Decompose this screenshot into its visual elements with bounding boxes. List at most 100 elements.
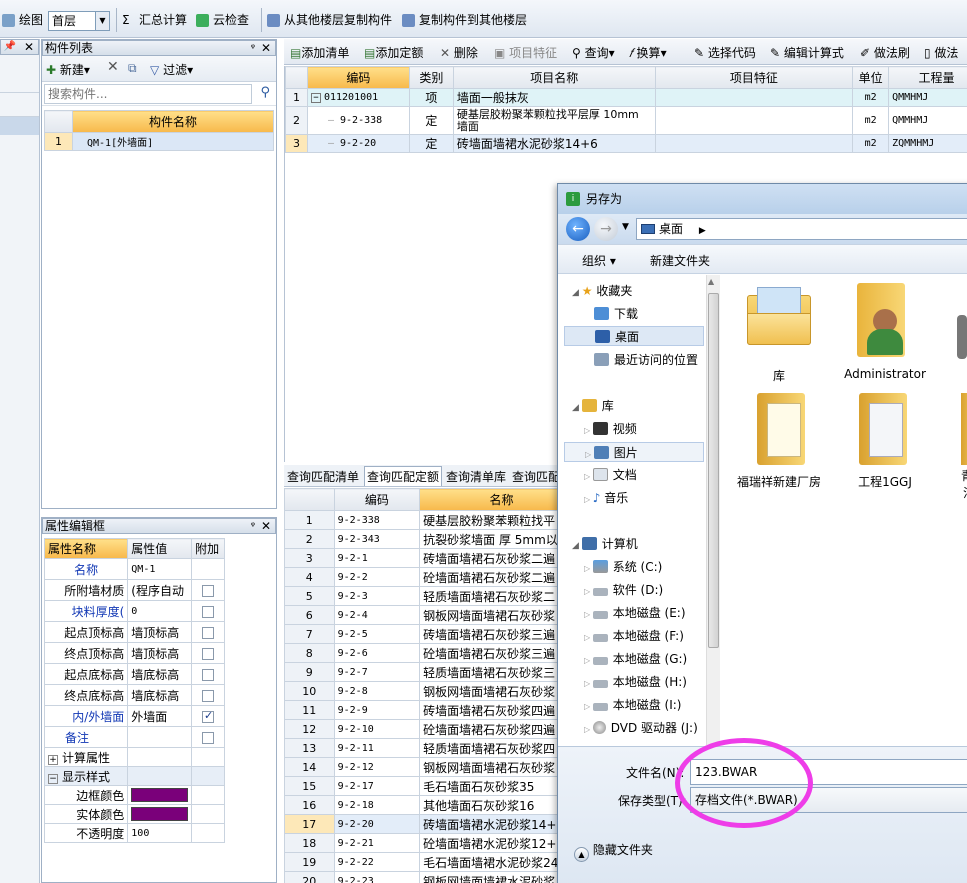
tree-desktop[interactable]: 桌面: [564, 326, 704, 346]
chevron-up-icon[interactable]: ▲: [574, 847, 589, 862]
method-brush-button[interactable]: ✐ 做法刷: [860, 44, 910, 61]
tree-drive-g[interactable]: ▷ 本地磁盘 (G:): [584, 649, 687, 669]
tab-match-list[interactable]: 查询匹配清单: [287, 468, 359, 485]
collapse-icon[interactable]: ◢: [572, 403, 582, 413]
property-group-calc[interactable]: + 计算属性: [43, 747, 225, 767]
hide-folders-toggle[interactable]: ▲ 隐藏文件夹: [574, 841, 653, 862]
table-row[interactable]: 13 9-2-11 轻质墙面墙裙石灰砂浆四: [284, 738, 584, 758]
table-row[interactable]: 6 9-2-4 钢板网墙面墙裙石灰砂浆: [284, 605, 584, 625]
attach-checkbox-checked[interactable]: [202, 709, 215, 723]
table-row[interactable]: 2 9-2-343 抗裂砂浆墙面 厚 5mm以内: [284, 529, 584, 549]
back-icon[interactable]: ←: [566, 217, 590, 241]
property-row[interactable]: 起点顶标高 墙顶标高: [43, 621, 225, 643]
tree-drive-i[interactable]: ▷ 本地磁盘 (I:): [584, 695, 681, 715]
property-group-display[interactable]: − 显示样式: [43, 766, 225, 786]
expand-icon[interactable]: ▷: [584, 426, 593, 435]
tab-list-library[interactable]: 查询清单库: [446, 468, 506, 485]
expand-icon[interactable]: ▷: [584, 495, 593, 504]
query-button[interactable]: ⚲ 查询▾: [572, 44, 615, 61]
table-row[interactable]: 19 9-2-22 毛石墙面墙裙水泥砂浆24+: [284, 852, 584, 872]
scroll-up-icon[interactable]: ▲: [708, 277, 714, 286]
tree-downloads[interactable]: 下载: [594, 304, 638, 324]
table-row[interactable]: 8 9-2-6 砼墙面墙裙石灰砂浆三遍: [284, 643, 584, 663]
table-row[interactable]: 1 −011201001 项 墙面一般抹灰 m2 QMMHMJ: [285, 88, 967, 107]
fill-color-swatch[interactable]: [131, 807, 189, 821]
pin-icon[interactable]: 📌: [4, 40, 16, 54]
expand-icon[interactable]: ▷: [585, 450, 594, 459]
table-row[interactable]: 14 9-2-12 钢板网墙面墙裙石灰砂浆: [284, 757, 584, 777]
tree-drive-h[interactable]: ▷ 本地磁盘 (H:): [584, 672, 687, 692]
table-row[interactable]: 18 9-2-21 砼墙面墙裙水泥砂浆12+8: [284, 833, 584, 853]
property-row[interactable]: 边框颜色: [43, 785, 225, 805]
tree-music[interactable]: ▷ ♪ 音乐: [584, 488, 628, 508]
file-item-library[interactable]: 库: [729, 283, 829, 384]
property-row[interactable]: 内/外墙面 外墙面: [43, 705, 225, 727]
draw-button[interactable]: 绘图: [2, 10, 43, 30]
tree-computer[interactable]: ◢ 计算机: [572, 534, 638, 554]
item-feature-button[interactable]: ▣ 项目特征: [494, 44, 557, 61]
tree-drive-f[interactable]: ▷ 本地磁盘 (F:): [584, 626, 684, 646]
table-row[interactable]: 3 9-2-1 砖墙面墙裙石灰砂浆二遍: [284, 548, 584, 568]
expand-icon[interactable]: ▷: [584, 564, 593, 573]
new-component-button[interactable]: ✚ 新建▾: [46, 61, 90, 78]
collapse-icon[interactable]: −: [48, 773, 58, 784]
file-item-administrator[interactable]: Administrator: [835, 283, 935, 381]
copy-to-floor-button[interactable]: 复制构件到其他楼层: [402, 10, 527, 30]
attach-checkbox[interactable]: [202, 731, 215, 744]
expand-icon[interactable]: ▷: [584, 679, 593, 688]
tree-videos[interactable]: ▷ 视频: [584, 419, 637, 439]
copy-from-floor-button[interactable]: 从其他楼层复制构件: [267, 10, 392, 30]
select-code-button[interactable]: ✎ 选择代码: [694, 44, 756, 61]
table-row[interactable]: 7 9-2-5 砖墙面墙裙石灰砂浆三遍: [284, 624, 584, 644]
add-list-button[interactable]: ▤添加清单: [290, 44, 349, 61]
tab-match-quota[interactable]: 查询匹配定额: [364, 466, 443, 486]
chevron-right-icon[interactable]: ▶: [699, 226, 706, 236]
property-row[interactable]: 不透明度 100: [43, 823, 225, 843]
property-row[interactable]: 块料厚度(0: [43, 600, 225, 622]
tree-drive-c[interactable]: ▷ 系统 (C:): [584, 557, 662, 577]
property-row[interactable]: 实体颜色: [43, 804, 225, 824]
forward-icon[interactable]: →: [594, 217, 618, 241]
attach-checkbox[interactable]: [202, 626, 215, 639]
floor-select[interactable]: 首层 ▼: [48, 11, 110, 31]
table-row[interactable]: 5 9-2-3 轻质墙面墙裙石灰砂浆二: [284, 586, 584, 606]
file-item-project1ggj[interactable]: 工程1GGJ: [835, 393, 935, 490]
collapse-icon[interactable]: ◢: [572, 541, 582, 551]
tree-favorites[interactable]: ◢ ★ 收藏夹: [572, 281, 632, 301]
search-input[interactable]: [44, 84, 252, 104]
table-row[interactable]: 1 9-2-338 硬基层胶粉聚苯颗粒找平: [284, 510, 584, 530]
expand-icon[interactable]: ▷: [584, 610, 593, 619]
tree-libraries[interactable]: ◢ 库: [572, 396, 614, 416]
property-row[interactable]: 起点底标高 墙底标高: [43, 663, 225, 685]
tree-drive-e[interactable]: ▷ 本地磁盘 (E:): [584, 603, 686, 623]
tree-pictures[interactable]: ▷ 图片: [564, 442, 704, 462]
pin-icon[interactable]: ᵠ: [251, 520, 255, 534]
add-quota-button[interactable]: ▤添加定额: [364, 44, 423, 61]
property-row[interactable]: 所附墙材质 (程序自动: [43, 579, 225, 601]
table-row[interactable]: 16 9-2-18 其他墙面石灰砂浆16: [284, 795, 584, 815]
tree-scrollbar[interactable]: ▲: [706, 275, 720, 745]
delete-icon[interactable]: ✕: [107, 59, 119, 75]
table-row[interactable]: 4 9-2-2 砼墙面墙裙石灰砂浆二遍: [284, 567, 584, 587]
collapse-icon[interactable]: ◢: [572, 288, 582, 298]
edit-formula-button[interactable]: ✎ 编辑计算式: [770, 44, 844, 61]
property-row[interactable]: 终点底标高 墙底标高: [43, 684, 225, 706]
sum-calc-button[interactable]: Σ 汇总计算: [122, 10, 187, 30]
tree-recent[interactable]: 最近访问的位置: [594, 350, 698, 370]
table-row[interactable]: 2 — 9-2-338 定 硬基层胶粉聚苯颗粒找平层厚 10mm 墙面 m2 Q…: [285, 106, 967, 135]
dock-row-selected[interactable]: [0, 117, 39, 135]
expand-icon[interactable]: ▷: [584, 656, 593, 665]
search-icon[interactable]: ⚲: [260, 85, 270, 100]
file-item-partial-2[interactable]: 青 沽: [943, 393, 967, 501]
chevron-down-icon[interactable]: ▼: [95, 12, 109, 30]
method-query-button[interactable]: ▯ 做法: [924, 44, 958, 61]
property-row[interactable]: 终点顶标高 墙顶标高: [43, 642, 225, 664]
collapse-icon[interactable]: −: [310, 93, 321, 103]
history-dropdown-icon[interactable]: ▼: [622, 222, 629, 232]
table-row[interactable]: 15 9-2-17 毛石墙面石灰砂浆35: [284, 776, 584, 796]
expand-icon[interactable]: ▷: [584, 725, 593, 734]
table-row[interactable]: 10 9-2-8 钢板网墙面墙裙石灰砂浆: [284, 681, 584, 701]
table-row[interactable]: 9 9-2-7 轻质墙面墙裙石灰砂浆三: [284, 662, 584, 682]
table-row[interactable]: 1 QM-1[外墙面]: [44, 132, 274, 151]
attach-checkbox[interactable]: [202, 689, 215, 702]
